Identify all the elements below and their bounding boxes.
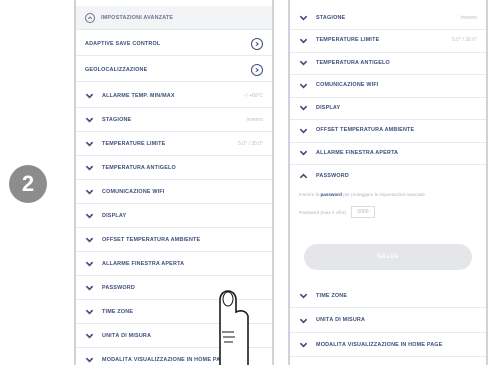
settings-row-value: 5.0° / 30.0° — [452, 37, 477, 43]
chevron-down-icon — [85, 259, 94, 268]
chevron-down-icon — [299, 81, 308, 90]
advanced-settings-label: IMPOSTAZIONI AVANZATE — [101, 14, 174, 21]
settings-row-comunicazione-wifi[interactable]: COMUNICAZIONE WIFI — [76, 180, 272, 204]
settings-row-comunicazione-wifi[interactable]: COMUNICAZIONE WIFI — [290, 74, 486, 98]
chevron-down-icon — [85, 235, 94, 244]
password-field-row: Password (max 4 cifre) 0000 — [299, 206, 477, 218]
settings-row-label: TEMPERATURA ANTIGELO — [102, 164, 176, 171]
settings-row-stagione[interactable]: STAGIONE Inverno — [76, 108, 272, 132]
settings-row-label: MODALITÀ VISUALIZZAZIONE IN HOME PAGE — [316, 341, 443, 348]
chevron-down-icon — [299, 291, 308, 300]
password-input[interactable]: 0000 — [350, 206, 375, 218]
settings-row-allarme-temp-min-max[interactable]: ALLARME TEMP. MIN/MAX - / +60°C — [76, 84, 272, 108]
settings-row-offset-temperatura-ambiente[interactable]: OFFSET TEMPERATURA AMBIENTE — [290, 119, 486, 143]
password-panel: Inserire la password per proteggere le i… — [299, 192, 477, 218]
settings-row-offset-temperatura-ambiente[interactable]: OFFSET TEMPERATURA AMBIENTE — [76, 228, 272, 252]
settings-row-label: COMUNICAZIONE WIFI — [316, 82, 379, 88]
circle-chevron-up-icon — [85, 12, 95, 23]
settings-row-value: Inverno — [460, 14, 477, 21]
adaptive-save-control-label: ADAPTIVE SAVE CONTROL — [85, 40, 161, 47]
settings-row-label: ALLARME FINESTRA APERTA — [102, 260, 185, 267]
settings-row-label: STAGIONE — [102, 116, 132, 123]
settings-row-label: OFFSET TEMPERATURA AMBIENTE — [316, 127, 415, 133]
circle-chevron-icon[interactable] — [251, 63, 263, 76]
settings-row-temperature-limite[interactable]: TEMPERATURE LIMITE 5.0° / 30.0° — [290, 29, 486, 53]
chevron-down-icon — [85, 91, 94, 100]
settings-row-label: COMUNICAZIONE WIFI — [102, 188, 165, 195]
settings-row-display[interactable]: DISPLAY — [290, 96, 486, 120]
right-phone-screen: STAGIONE Inverno TEMPERATURE LIMITE 5.0° / … — [288, 0, 488, 365]
chevron-down-icon — [299, 148, 308, 157]
settings-row-temperatura-antigelo[interactable]: TEMPERATURA ANTIGELO — [290, 51, 486, 75]
settings-row-label: ALLARME FINESTRA APERTA — [316, 149, 399, 156]
chevron-down-icon — [299, 58, 308, 67]
settings-row-label: OFFSET TEMPERATURA AMBIENTE — [102, 236, 201, 243]
settings-row-value: 5.0° / 30.0° — [238, 140, 263, 147]
settings-row-label: TEMPERATURE LIMITE — [102, 140, 166, 147]
chevron-down-icon — [85, 331, 94, 340]
chevron-down-icon — [85, 187, 94, 196]
settings-row-time-zone[interactable]: TIME ZONE — [290, 284, 486, 308]
password-field-label: Password (max 4 cifre) — [299, 209, 346, 215]
settings-row-display[interactable]: DISPLAY — [76, 204, 272, 228]
chevron-down-icon — [85, 211, 94, 220]
settings-row-label: TEMPERATURE LIMITE — [316, 37, 380, 43]
chevron-down-icon — [299, 340, 308, 349]
password-label: PASSWORD — [316, 173, 349, 179]
password-row[interactable]: PASSWORD — [290, 164, 486, 188]
chevron-down-icon — [299, 316, 308, 325]
settings-row-label: TIME ZONE — [316, 292, 348, 299]
circle-chevron-icon[interactable] — [251, 37, 263, 50]
chevron-down-icon — [85, 139, 94, 148]
chevron-down-icon — [299, 36, 308, 45]
geolocation-label: GEOLOCALIZZAZIONE — [85, 66, 148, 73]
settings-row-label: UNITÀ DI MISURA — [316, 317, 366, 323]
settings-row-label: ALLARME TEMP. MIN/MAX — [102, 92, 175, 99]
settings-row-temperatura-antigelo[interactable]: TEMPERATURA ANTIGELO — [76, 156, 272, 180]
advanced-settings-header[interactable]: IMPOSTAZIONI AVANZATE — [76, 6, 272, 30]
settings-row-label: DISPLAY — [102, 212, 127, 219]
settings-row-temperature-limite[interactable]: TEMPERATURE LIMITE 5.0° / 30.0° — [76, 132, 272, 156]
settings-row-modalita-visualizzazione-in-home-page[interactable]: MODALITÀ VISUALIZZAZIONE IN HOME PAGE — [290, 333, 486, 357]
settings-row-stagione[interactable]: STAGIONE Inverno — [290, 6, 486, 30]
geolocation-row[interactable]: GEOLOCALIZZAZIONE — [76, 58, 272, 82]
chevron-down-icon — [85, 163, 94, 172]
password-description: Inserire la password per proteggere le i… — [299, 192, 425, 197]
chevron-down-icon — [85, 283, 94, 292]
left-phone-screen: IMPOSTAZIONI AVANZATE ADAPTIVE SAVE CONT… — [74, 0, 274, 365]
chevron-down-icon — [299, 13, 308, 22]
chevron-down-icon — [299, 126, 308, 135]
settings-row-label: DISPLAY — [316, 104, 341, 111]
chevron-down-icon — [85, 307, 94, 316]
step-number-badge: 2 — [9, 165, 47, 203]
settings-row-label: TEMPERATURA ANTIGELO — [316, 59, 390, 66]
settings-row-unita-di-misura[interactable]: UNITÀ DI MISURA — [290, 309, 486, 333]
settings-row-allarme-finestra-aperta[interactable]: ALLARME FINESTRA APERTA — [290, 141, 486, 165]
chevron-down-icon — [85, 355, 94, 364]
chevron-up-icon — [299, 172, 308, 181]
chevron-down-icon — [85, 115, 94, 124]
adaptive-save-control-row[interactable]: ADAPTIVE SAVE CONTROL — [76, 32, 272, 56]
save-button[interactable]: SALVA — [304, 244, 472, 270]
settings-row-label: STAGIONE — [316, 14, 346, 21]
tap-hand-icon — [219, 290, 249, 365]
settings-row-value: - / +60°C — [243, 92, 263, 99]
settings-row-value: Inverno — [246, 116, 263, 123]
chevron-down-icon — [299, 103, 308, 112]
